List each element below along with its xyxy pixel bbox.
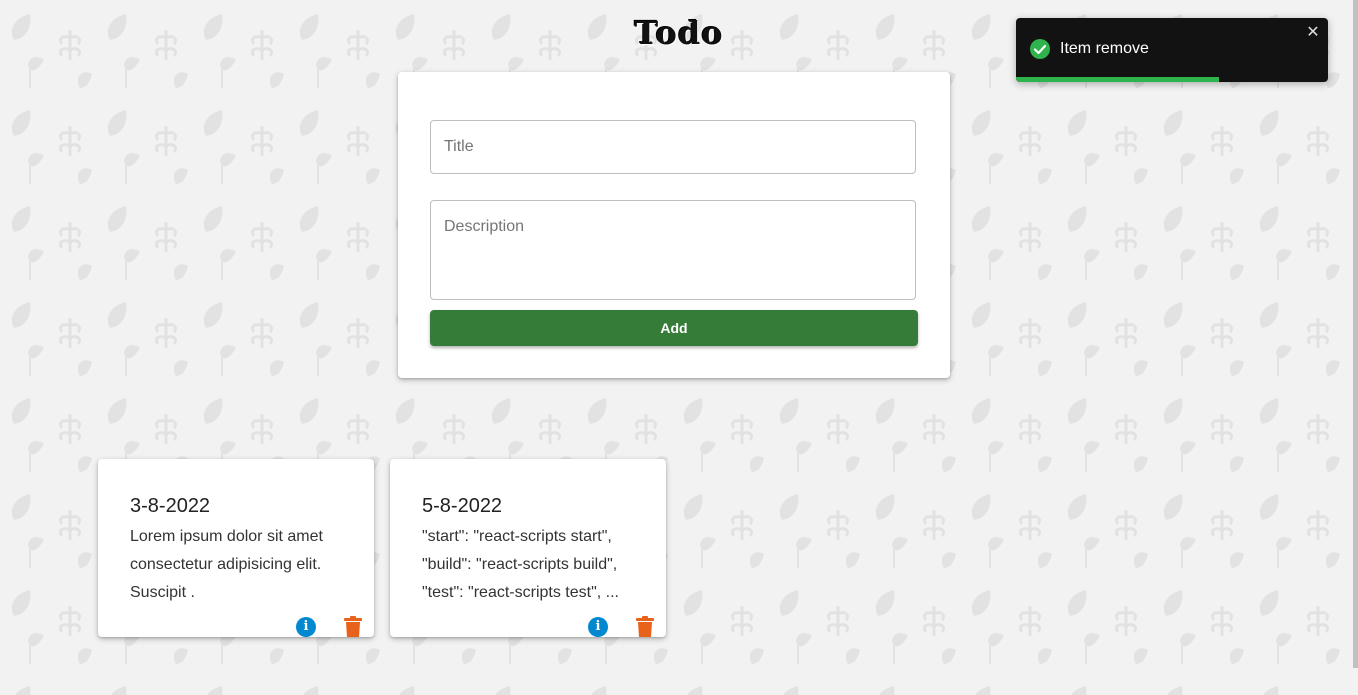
toast-message: Item remove bbox=[1060, 40, 1149, 57]
description-input[interactable] bbox=[430, 200, 916, 300]
info-icon[interactable]: i bbox=[296, 617, 316, 637]
scrollbar[interactable] bbox=[1353, 0, 1358, 668]
todo-description: Lorem ipsum dolor sit amet consectetur a… bbox=[130, 528, 323, 601]
todo-card: 3-8-2022 Lorem ipsum dolor sit amet cons… bbox=[98, 459, 374, 637]
toast-notification: Item remove ✕ bbox=[1016, 18, 1328, 82]
toast-progress-bar bbox=[1016, 77, 1219, 82]
trash-icon[interactable] bbox=[344, 616, 362, 638]
todo-description: "start": "react-scripts start", "build":… bbox=[422, 528, 619, 601]
todo-date: 3-8-2022 bbox=[130, 495, 211, 517]
check-circle-icon bbox=[1030, 39, 1050, 59]
close-icon[interactable]: ✕ bbox=[1306, 25, 1320, 41]
info-icon[interactable]: i bbox=[588, 617, 608, 637]
todo-form-card: Add bbox=[398, 72, 950, 378]
add-button[interactable]: Add bbox=[430, 310, 918, 346]
todo-date: 5-8-2022 bbox=[422, 495, 503, 517]
title-input[interactable] bbox=[430, 120, 916, 174]
todo-card: 5-8-2022 "start": "react-scripts start",… bbox=[390, 459, 666, 637]
trash-icon[interactable] bbox=[636, 616, 654, 638]
